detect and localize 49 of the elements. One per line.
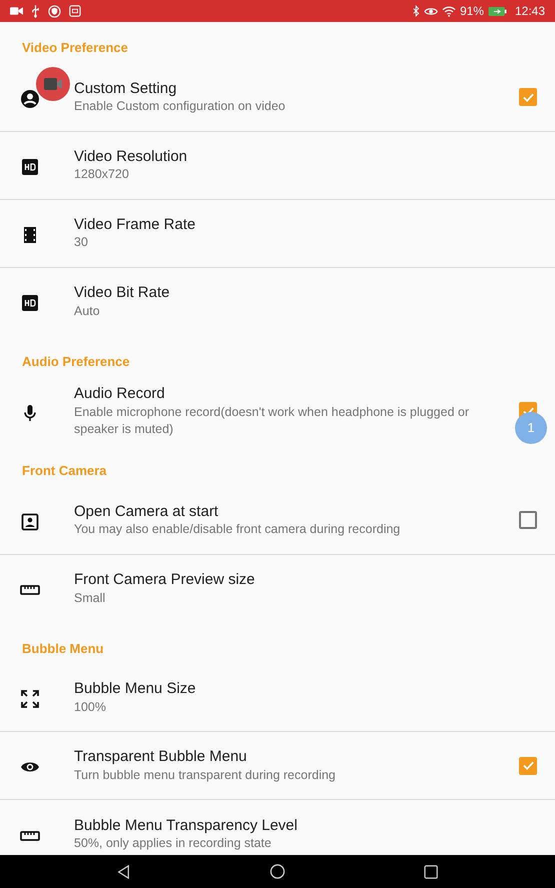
expand-icon xyxy=(20,689,40,710)
preference-summary: 30 xyxy=(74,234,89,252)
clock-time: 12:43 xyxy=(514,3,545,20)
preference-title: Front Camera Preview size xyxy=(74,570,256,590)
battery-percent: 91% xyxy=(460,3,484,20)
section-header: Video Preference xyxy=(22,39,128,57)
preference-summary: Small xyxy=(74,590,106,607)
preference-title: Bubble Menu Transparency Level xyxy=(74,816,298,836)
home-icon[interactable] xyxy=(270,864,285,879)
preference-summary: Enable microphone record(doesn't work when headphone is plugged or speaker is muted) xyxy=(74,404,470,438)
preference-title: Transparent Bubble Menu xyxy=(74,747,248,767)
account-icon xyxy=(20,88,40,109)
eye-icon xyxy=(424,6,438,16)
floating-record-button[interactable] xyxy=(36,67,70,101)
battery-icon xyxy=(488,6,507,16)
preference-summary: 50%, only applies in recording state xyxy=(74,835,272,852)
frame-icon xyxy=(69,5,81,17)
wifi-icon xyxy=(442,6,456,16)
preference-summary: 1280x720 xyxy=(74,166,130,184)
preference-title: Open Camera at start xyxy=(74,502,220,522)
preference-title: Video Bit Rate xyxy=(74,283,171,303)
checkbox[interactable] xyxy=(519,511,537,529)
preference-summary: You may also enable/disable front camera during recording xyxy=(74,521,402,538)
preference-title: Audio Record xyxy=(74,384,166,404)
section-header: Front Camera xyxy=(22,462,107,480)
section-header: Audio Preference xyxy=(22,352,130,370)
preference-title: Video Frame Rate xyxy=(74,214,196,234)
preference-summary: Auto xyxy=(74,302,101,320)
preference-title: Bubble Menu Size xyxy=(74,679,197,699)
checkbox[interactable] xyxy=(519,88,537,106)
preference-title: Video Resolution xyxy=(74,146,188,166)
preference-summary: 100% xyxy=(74,698,107,716)
shield-icon xyxy=(48,4,61,18)
preference-summary: Enable Custom configuration on video xyxy=(74,98,286,116)
section-header: Bubble Menu xyxy=(22,640,104,658)
hd-icon xyxy=(20,293,40,314)
hd-icon xyxy=(20,156,40,177)
back-icon[interactable] xyxy=(117,864,132,878)
check-icon xyxy=(522,759,534,772)
usb-icon xyxy=(31,4,40,18)
recents-icon[interactable] xyxy=(424,864,438,878)
preference-title: Custom Setting xyxy=(74,78,178,98)
portrait-icon xyxy=(20,512,40,532)
preference-summary: Turn bubble menu transparent during recording xyxy=(74,766,336,784)
floating-count-bubble[interactable]: 1 xyxy=(515,412,547,444)
bluetooth-icon xyxy=(412,5,420,17)
video-camera-icon xyxy=(43,77,63,91)
video-camera-icon xyxy=(10,6,23,16)
checkbox[interactable] xyxy=(519,756,537,774)
